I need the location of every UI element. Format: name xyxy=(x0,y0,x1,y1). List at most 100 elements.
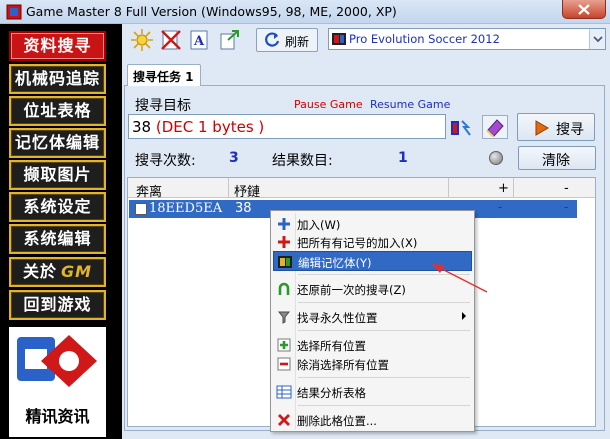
menu-item-add[interactable]: 加入(W) xyxy=(273,214,472,234)
menu-item-label: 把所有有记号的加入(X) xyxy=(297,236,418,250)
memory-edit-icon xyxy=(278,256,292,268)
column-divider[interactable] xyxy=(448,178,449,198)
column-divider[interactable] xyxy=(228,178,229,198)
book-icon xyxy=(486,119,504,137)
clear-button-label: 清除 xyxy=(542,153,570,169)
search-count-label: 搜寻次数: xyxy=(135,153,196,169)
company-name: 精讯资讯 xyxy=(25,407,90,426)
menu-item-undo-search[interactable]: 还原前一次的搜寻(Z) xyxy=(273,279,472,299)
menu-separator xyxy=(298,405,470,406)
column-header-plus[interactable]: + xyxy=(498,181,509,196)
menu-item-delete[interactable]: 删除此格位置... xyxy=(273,410,472,430)
submenu-arrow-icon xyxy=(462,312,466,320)
row-checkbox[interactable] xyxy=(135,203,147,215)
menu-item-add-marked[interactable]: 把所有有记号的加入(X) xyxy=(273,232,472,252)
menu-item-label: 删除此格位置... xyxy=(297,414,377,428)
game-process-icon xyxy=(332,33,346,45)
app-icon xyxy=(6,4,22,20)
search-button[interactable]: 搜寻 xyxy=(517,113,595,141)
search-value: 38 xyxy=(132,118,152,136)
close-button[interactable] xyxy=(562,0,606,19)
menu-item-label: 选择所有位置 xyxy=(297,339,366,353)
menu-item-label: 加入(W) xyxy=(297,218,341,232)
tab-search-task-1[interactable]: 搜寻任务 1 xyxy=(127,64,201,86)
result-count-label: 结果数目: xyxy=(272,153,333,169)
nav-return-game[interactable]: 回到游戏 xyxy=(9,290,106,320)
nav-code-trace[interactable]: 机械码追踪 xyxy=(9,64,106,94)
gm-logo-mark: GM xyxy=(60,262,93,281)
plus-icon xyxy=(278,218,290,230)
svg-text:A: A xyxy=(193,34,205,49)
search-options-icon[interactable] xyxy=(450,117,472,139)
company-logo-icon xyxy=(17,335,97,387)
process-dropdown-button[interactable] xyxy=(589,29,605,49)
nav-memory-editor[interactable]: 记忆体编辑 xyxy=(9,128,106,158)
result-count-value: 1 xyxy=(398,150,408,166)
search-count-value: 3 xyxy=(229,150,239,166)
row-address: 18EED5EA xyxy=(149,201,223,216)
toolbar: A 刷新 Pro Evolution Soccer 2012 xyxy=(122,24,610,56)
search-type-button[interactable] xyxy=(482,115,508,139)
clear-button[interactable]: 清除 xyxy=(518,146,596,170)
row-plus-cell[interactable]: - xyxy=(498,200,502,218)
menu-item-find-pointer[interactable]: 找寻永久性位置 xyxy=(273,307,472,327)
title-bar: Game Master 8 Full Version (Windows95, 9… xyxy=(0,0,610,24)
menu-item-label: 结果分析表格 xyxy=(297,386,366,400)
refresh-button[interactable]: 刷新 xyxy=(256,28,318,52)
column-divider[interactable] xyxy=(513,178,514,198)
menu-separator xyxy=(298,330,470,331)
tab-label: 搜寻任务 1 xyxy=(133,70,194,84)
nav-system-settings[interactable]: 系统设定 xyxy=(9,192,106,222)
deselect-all-icon xyxy=(277,357,291,371)
sparkle-icon[interactable] xyxy=(130,28,154,52)
undo-icon xyxy=(278,282,290,295)
process-name: Pro Evolution Soccer 2012 xyxy=(349,32,500,46)
status-indicator-icon xyxy=(489,151,503,165)
column-header-value[interactable]: 杼鏈 xyxy=(234,181,260,200)
process-select[interactable]: Pro Evolution Soccer 2012 xyxy=(328,28,606,50)
nav-address-table[interactable]: 位址表格 xyxy=(9,96,106,126)
column-header-minus[interactable]: - xyxy=(564,181,569,196)
chevron-down-icon xyxy=(593,36,603,43)
menu-item-label: 除消选择所有位置 xyxy=(297,358,389,372)
menu-item-label: 找寻永久性位置 xyxy=(297,311,378,325)
menu-item-label: 还原前一次的搜寻(Z) xyxy=(297,283,406,297)
nav-capture-image[interactable]: 撷取图片 xyxy=(9,160,106,190)
menu-item-analysis-table[interactable]: 结果分析表格 xyxy=(273,382,472,402)
column-header-address[interactable]: 奔离 xyxy=(136,181,162,200)
company-logo: 精讯资讯 xyxy=(9,327,106,437)
select-all-icon xyxy=(277,338,291,352)
menu-separator xyxy=(298,302,470,303)
delete-icon xyxy=(278,414,290,426)
nav-data-search[interactable]: 资料搜寻 xyxy=(9,31,106,61)
nav-about-label: 关於 xyxy=(22,262,57,281)
menu-item-deselect-all[interactable]: 除消选择所有位置 xyxy=(273,354,472,374)
refresh-icon xyxy=(265,32,280,47)
grid-header: 奔离 杼鏈 + - xyxy=(128,178,595,200)
menu-item-edit-memory[interactable]: 编辑记忆体(Y) xyxy=(273,251,472,271)
window-title: Game Master 8 Full Version (Windows95, 9… xyxy=(26,4,397,19)
resume-game-link[interactable]: Resume Game xyxy=(370,98,450,111)
table-icon xyxy=(276,385,292,399)
export-icon[interactable] xyxy=(218,28,242,52)
context-menu: 加入(W) 把所有有记号的加入(X) 编辑记忆体(Y) 还原前一次的搜寻(Z) … xyxy=(270,210,475,432)
plus-all-icon xyxy=(278,236,290,248)
text-properties-icon[interactable]: A xyxy=(188,28,212,52)
menu-separator xyxy=(298,274,470,275)
close-icon xyxy=(578,4,590,15)
search-value-text: 38 (DEC 1 bytes ) xyxy=(132,118,264,136)
menu-item-select-all[interactable]: 选择所有位置 xyxy=(273,335,472,355)
nav-system-edit[interactable]: 系统编辑 xyxy=(9,224,106,254)
pause-game-link[interactable]: Pause Game xyxy=(294,98,363,111)
search-target-label: 搜寻目标 xyxy=(135,98,191,114)
pointer-search-icon xyxy=(277,311,291,324)
play-arrow-icon xyxy=(535,120,549,136)
row-value: 38 xyxy=(235,201,252,216)
stop-process-icon[interactable] xyxy=(159,28,183,52)
refresh-label: 刷新 xyxy=(285,35,310,49)
nav-about[interactable]: 关於 GM xyxy=(9,257,106,287)
left-navigation: 资料搜寻 机械码追踪 位址表格 记忆体编辑 撷取图片 系统设定 系统编辑 关於 G… xyxy=(0,24,122,439)
row-minus-cell[interactable]: - xyxy=(564,200,568,218)
search-value-input[interactable]: 38 (DEC 1 bytes ) xyxy=(128,114,446,139)
search-value-unit: (DEC 1 bytes ) xyxy=(155,118,265,136)
